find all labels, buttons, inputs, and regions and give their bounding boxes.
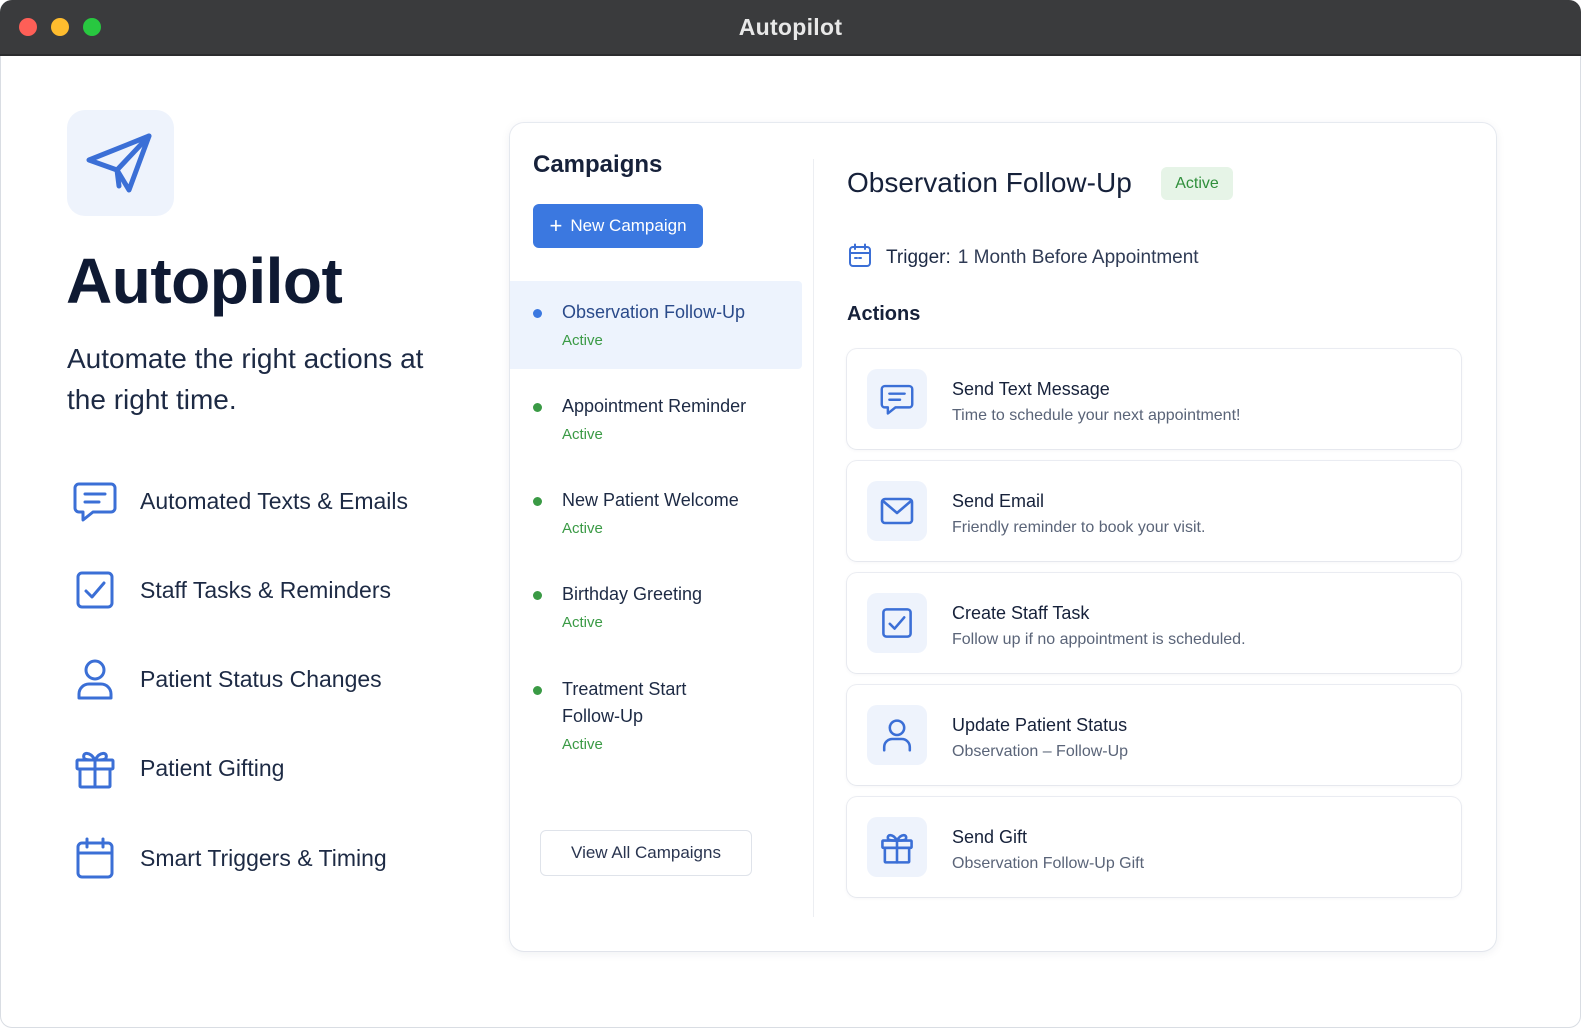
user-icon xyxy=(72,656,118,702)
action-title: Send Email xyxy=(952,491,1045,511)
mail-icon xyxy=(867,481,927,541)
campaign-item-observation-follow-up[interactable]: Observation Follow-Up Active xyxy=(510,281,802,369)
campaign-name: New Patient Welcome xyxy=(562,490,739,510)
campaign-card: Campaigns + New Campaign Observation Fol… xyxy=(510,123,1496,951)
status-badge: Active xyxy=(1161,167,1233,200)
trigger-row: Trigger: 1 Month Before Appointment xyxy=(848,243,1199,273)
feature-automated-texts: Automated Texts & Emails xyxy=(72,477,452,525)
hero-title: Autopilot xyxy=(66,245,343,317)
campaign-status: Active xyxy=(562,332,603,349)
campaign-detail-title: Observation Follow-Up xyxy=(847,167,1132,198)
action-description: Observation – Follow-Up xyxy=(952,743,1129,760)
panel-divider xyxy=(813,159,814,917)
window-title: Autopilot xyxy=(738,14,843,40)
chat-icon xyxy=(867,369,927,429)
feature-patient-gifting: Patient Gifting xyxy=(72,744,452,792)
action-create-staff-task[interactable]: Create Staff Task Follow up if no appoin… xyxy=(847,573,1461,673)
view-all-campaigns-button[interactable]: View All Campaigns xyxy=(540,830,752,876)
checkbox-icon xyxy=(72,567,118,613)
feature-smart-triggers: Smart Triggers & Timing xyxy=(72,834,452,882)
campaign-name: Appointment Reminder xyxy=(562,396,747,416)
action-description: Time to schedule your next appointment! xyxy=(952,407,1241,424)
status-dot xyxy=(533,309,542,318)
checkbox-icon xyxy=(867,593,927,653)
logo-tile xyxy=(67,110,174,216)
action-title: Update Patient Status xyxy=(952,715,1128,735)
action-description: Follow up if no appointment is scheduled… xyxy=(952,631,1246,648)
gift-icon xyxy=(867,817,927,877)
action-title: Send Text Message xyxy=(952,379,1110,399)
feature-label: Smart Triggers & Timing xyxy=(140,844,387,871)
trigger-value: 1 Month Before Appointment xyxy=(957,247,1199,268)
feature-staff-tasks: Staff Tasks & Reminders xyxy=(72,566,452,614)
campaign-status: Active xyxy=(562,520,603,537)
campaign-item-appointment-reminder[interactable]: Appointment Reminder Active xyxy=(510,375,802,463)
hero-subtitle: Automate the right actions at the right … xyxy=(67,343,424,415)
feature-label: Automated Texts & Emails xyxy=(140,487,409,514)
action-send-gift[interactable]: Send Gift Observation Follow-Up Gift xyxy=(847,797,1461,897)
campaigns-heading: Campaigns xyxy=(533,151,663,178)
feature-label: Patient Gifting xyxy=(140,754,285,781)
campaign-status: Active xyxy=(562,426,603,443)
calendar-icon xyxy=(848,243,872,273)
campaign-item-new-patient-welcome[interactable]: New Patient Welcome Active xyxy=(510,469,802,557)
plus-icon: + xyxy=(549,213,563,238)
campaign-name: Observation Follow-Up xyxy=(562,302,746,322)
actions-heading: Actions xyxy=(847,303,921,325)
feature-label: Staff Tasks & Reminders xyxy=(140,576,391,603)
action-send-text-message[interactable]: Send Text Message Time to schedule your … xyxy=(847,349,1461,449)
new-campaign-button[interactable]: + New Campaign xyxy=(533,204,703,248)
action-title: Send Gift xyxy=(952,827,1028,847)
user-icon xyxy=(867,705,927,765)
action-title: Create Staff Task xyxy=(952,603,1090,623)
campaign-item-treatment-start-follow-up[interactable]: Treatment Start Follow-Up Active xyxy=(510,658,802,768)
feature-label: Patient Status Changes xyxy=(140,665,382,692)
feature-patient-status: Patient Status Changes xyxy=(72,655,452,703)
status-dot xyxy=(533,686,542,695)
status-dot xyxy=(533,403,542,412)
app-window: Autopilot Autopilot Automate the right a… xyxy=(0,0,1581,1028)
campaign-status: Active xyxy=(562,736,603,753)
campaign-status: Active xyxy=(562,614,603,631)
action-description: Friendly reminder to book your visit. xyxy=(952,519,1206,536)
chat-icon xyxy=(72,478,118,524)
action-send-email[interactable]: Send Email Friendly reminder to book you… xyxy=(847,461,1461,561)
calendar-icon xyxy=(72,835,118,881)
status-dot xyxy=(533,497,542,506)
gift-icon xyxy=(72,745,118,791)
campaign-item-birthday-greeting[interactable]: Birthday Greeting Active xyxy=(510,563,802,651)
status-dot xyxy=(533,591,542,600)
action-update-patient-status[interactable]: Update Patient Status Observation – Foll… xyxy=(847,685,1461,785)
campaign-name: Treatment Start Follow-Up xyxy=(562,679,687,726)
campaign-name: Birthday Greeting xyxy=(562,584,703,604)
title-bar: Autopilot xyxy=(0,0,1581,56)
trigger-label: Trigger: xyxy=(886,247,951,268)
action-description: Observation Follow-Up Gift xyxy=(952,855,1145,872)
